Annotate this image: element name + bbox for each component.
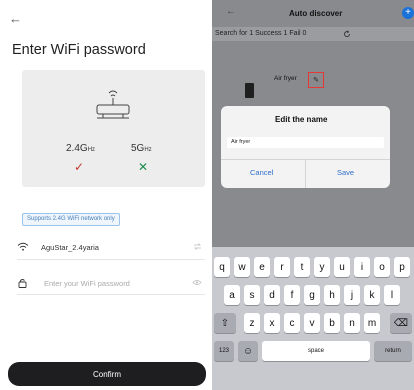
key-v[interactable]: v	[304, 313, 320, 333]
eye-icon[interactable]	[192, 279, 202, 286]
refresh-icon[interactable]	[343, 30, 351, 38]
divider	[17, 259, 205, 260]
key-a[interactable]: a	[224, 285, 240, 305]
key-e[interactable]: e	[254, 257, 270, 277]
key-o[interactable]: o	[374, 257, 390, 277]
key-c[interactable]: c	[284, 313, 300, 333]
key-s[interactable]: s	[244, 285, 260, 305]
edit-name-icon[interactable]: ✎	[308, 72, 324, 88]
key-q[interactable]: q	[214, 257, 230, 277]
check-icon: ✓	[74, 160, 85, 174]
switch-network-icon[interactable]	[193, 242, 202, 251]
key-l[interactable]: l	[384, 285, 400, 305]
key-x[interactable]: x	[264, 313, 280, 333]
dialog-title: Edit the name	[275, 115, 328, 124]
key-j[interactable]: j	[344, 285, 360, 305]
key-b[interactable]: b	[324, 313, 340, 333]
numbers-key[interactable]: 123	[214, 341, 234, 361]
auto-discover-screen: ← Auto discover + Search for 1 Success 1…	[212, 0, 414, 390]
key-z[interactable]: z	[244, 313, 260, 333]
name-input[interactable]: Air fryer	[227, 137, 384, 148]
page-title: Enter WiFi password	[12, 42, 146, 58]
band-illustration: 2.4GHz 5GHz ✓ ✕	[22, 70, 205, 187]
back-arrow-icon[interactable]: ←	[226, 6, 236, 17]
device-name: Air fryer	[274, 75, 297, 82]
back-arrow-icon[interactable]: ←	[9, 12, 22, 25]
key-f[interactable]: f	[284, 285, 300, 305]
key-u[interactable]: u	[334, 257, 350, 277]
lock-icon	[18, 279, 27, 288]
key-m[interactable]: m	[364, 313, 380, 333]
key-g[interactable]: g	[304, 285, 320, 305]
wifi-icon	[17, 242, 29, 251]
band-24ghz-label: 2.4GHz	[66, 143, 96, 154]
key-n[interactable]: n	[344, 313, 360, 333]
cancel-button[interactable]: Cancel	[250, 168, 273, 177]
name-input-value: Air fryer	[231, 139, 251, 145]
return-key[interactable]: return	[374, 341, 412, 361]
wifi-name-field[interactable]: AguStar_2.4yaria	[41, 243, 99, 252]
key-h[interactable]: h	[324, 285, 340, 305]
shift-key-icon[interactable]: ⇧	[214, 313, 236, 333]
edit-name-dialog: Edit the name Air fryer Cancel Save	[221, 106, 390, 188]
divider	[17, 294, 205, 295]
dialog-divider	[305, 160, 306, 188]
wifi-setup-screen: ← Enter WiFi password 2.4GHz 5GHz ✓ ✕ Su…	[0, 0, 207, 390]
delete-key-icon[interactable]: ⌫	[390, 313, 412, 333]
confirm-button[interactable]: Confirm	[8, 362, 206, 386]
search-status-bar: Search for 1 Success 1 Fail 0	[212, 27, 414, 41]
key-i[interactable]: i	[354, 257, 370, 277]
key-p[interactable]: p	[394, 257, 410, 277]
add-icon[interactable]: +	[402, 7, 414, 19]
key-r[interactable]: r	[274, 257, 290, 277]
band-5ghz-label: 5GHz	[131, 143, 152, 154]
key-d[interactable]: d	[264, 285, 280, 305]
emoji-key-icon[interactable]: ☺	[238, 341, 258, 361]
keyboard: q w e r t y u i o p a s d f g h j k l ⇧ z x c v b n m ⌫ 123 ☺ space ret…	[212, 247, 414, 390]
status-text: Search for 1 Success 1 Fail 0	[215, 30, 307, 37]
key-w[interactable]: w	[234, 257, 250, 277]
key-k[interactable]: k	[364, 285, 380, 305]
save-button[interactable]: Save	[337, 168, 354, 177]
nav-title: Auto discover	[289, 9, 343, 18]
air-fryer-image	[245, 83, 254, 98]
password-input[interactable]: Enter your WiFi password	[44, 279, 130, 288]
key-y[interactable]: y	[314, 257, 330, 277]
cross-icon: ✕	[138, 160, 149, 174]
support-note-badge: Supports 2.4G WiFi network only	[22, 213, 120, 226]
router-icon	[96, 90, 130, 119]
space-key[interactable]: space	[262, 341, 370, 361]
key-t[interactable]: t	[294, 257, 310, 277]
